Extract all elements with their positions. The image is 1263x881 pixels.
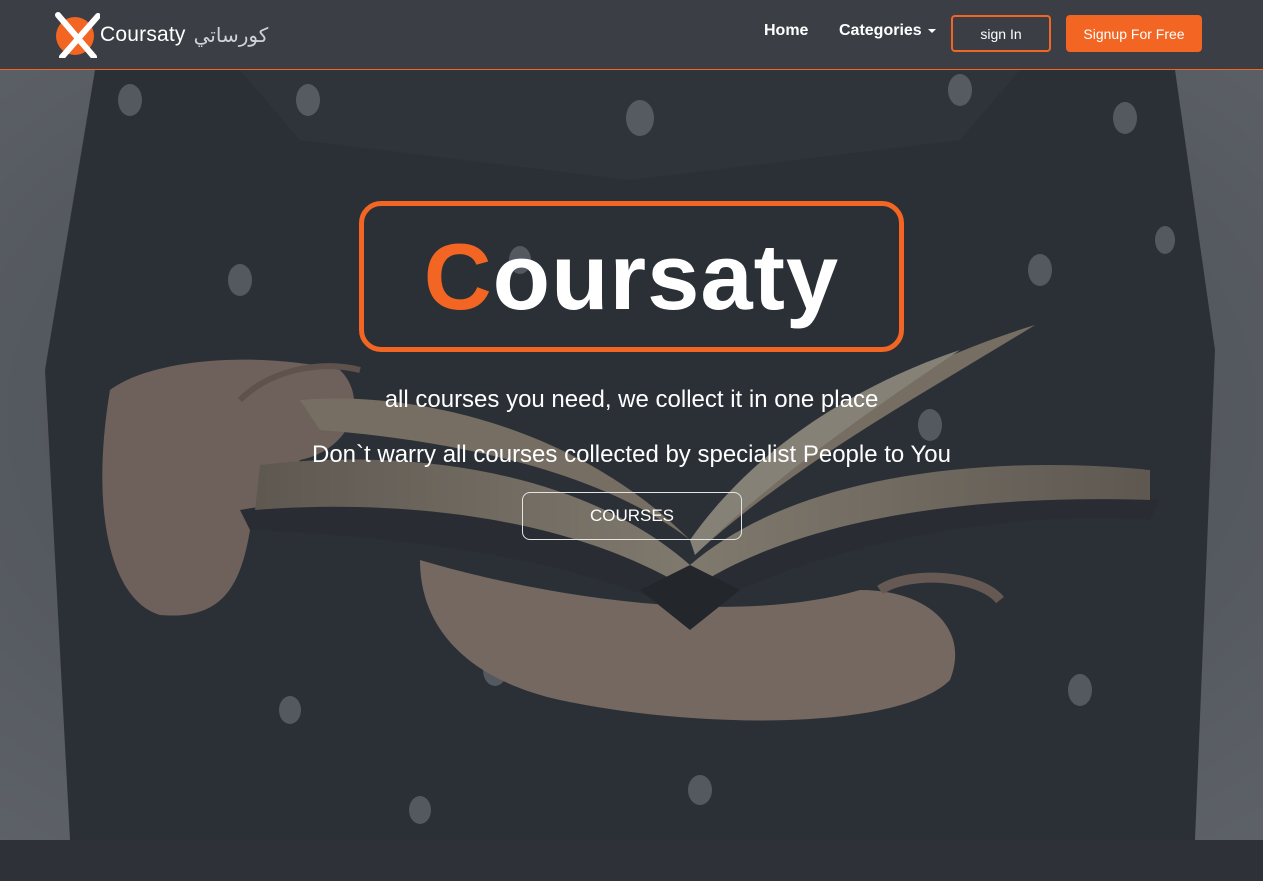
hero-logo-wordmark: Coursaty [424,229,839,324]
nav-home-link[interactable]: Home [764,22,808,40]
hero-tagline-2: Don`t warry all courses collected by spe… [312,441,951,468]
brand-arabic-name: كورساتي [193,24,269,47]
brand-logo-link[interactable]: Coursaty كورساتي [54,12,269,60]
courses-button[interactable]: COURSES [522,492,742,540]
hero-logo-first-letter: C [423,223,493,329]
hero-logo-rest: oursaty [492,223,840,329]
next-section-edge [0,840,1263,881]
brand-name: Coursaty [100,23,186,46]
navbar: Coursaty كورساتي Home Categories sign In… [0,0,1263,70]
signup-button[interactable]: Signup For Free [1066,15,1202,52]
nav-categories-dropdown[interactable]: Categories [839,22,936,40]
hero-tagline-1: all courses you need, we collect it in o… [384,386,879,413]
hero-logo-box: Coursaty [359,201,904,352]
signin-button[interactable]: sign In [951,15,1051,52]
hero-section: Coursaty all courses you need, we collec… [0,70,1263,840]
nav-categories-label: Categories [839,22,922,39]
caret-down-icon [927,28,936,33]
orange-circle-x-logo-icon [54,12,101,60]
